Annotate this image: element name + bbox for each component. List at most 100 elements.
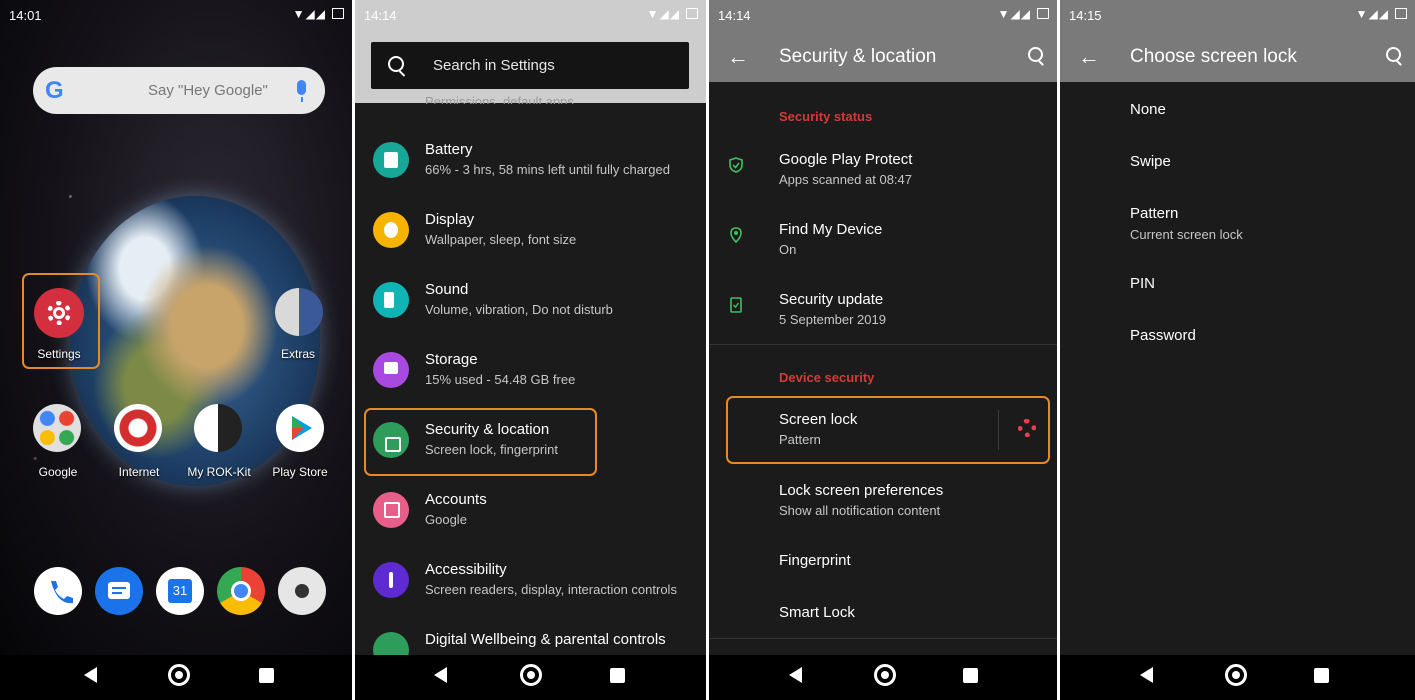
item-subtitle: Apps scanned at 08:47 [779, 172, 912, 187]
recents-nav-icon[interactable] [963, 668, 978, 683]
lock-option-pattern[interactable]: Pattern Current screen lock [1130, 205, 1243, 242]
search-icon[interactable] [1028, 47, 1043, 62]
status-time: 14:14 [718, 8, 751, 23]
settings-item-storage[interactable]: Storage 15% used - 54.48 GB free [355, 338, 706, 408]
home-nav-icon[interactable] [874, 664, 896, 686]
accounts-icon [373, 492, 409, 528]
section-header-security-status: Security status [779, 109, 873, 124]
back-nav-icon[interactable] [434, 667, 447, 683]
extras-app-label: Extras [280, 347, 315, 361]
calendar-day: 31 [168, 579, 192, 603]
google-folder-icon[interactable] [33, 404, 81, 452]
item-subtitle: Volume, vibration, Do not disturb [425, 302, 613, 317]
navigation-bar [1060, 655, 1415, 700]
page-title: Choose screen lock [1130, 46, 1297, 67]
item-subtitle: 66% - 3 hrs, 58 mins left until fully ch… [425, 162, 670, 177]
item-title: Storage [425, 351, 478, 368]
lock-option-none[interactable]: None [1130, 101, 1166, 118]
recents-nav-icon[interactable] [1314, 668, 1329, 683]
back-nav-icon[interactable] [789, 667, 802, 683]
item-title: Sound [425, 281, 469, 298]
item-subtitle: Google [425, 512, 467, 527]
search-placeholder: Search in Settings [433, 57, 555, 74]
play-store-icon[interactable] [276, 404, 324, 452]
item-subtitle: Wallpaper, sleep, font size [425, 232, 577, 247]
item-title: Battery [425, 141, 473, 158]
back-arrow-icon[interactable]: ← [727, 44, 749, 70]
google-app-label: Google [38, 465, 78, 479]
gear-icon[interactable] [1018, 419, 1036, 437]
search-hint: Say "Hey Google" [148, 82, 268, 99]
search-icon [388, 56, 404, 72]
option-label: Swipe [1130, 153, 1171, 170]
section-header-device-security: Device security [779, 370, 875, 385]
navigation-bar [709, 655, 1057, 700]
item-subtitle: Pattern [779, 432, 821, 447]
status-bar: 14:14 ▼◢◢ [709, 0, 1057, 30]
accessibility-icon [373, 562, 409, 598]
home-nav-icon[interactable] [168, 664, 190, 686]
chrome-icon[interactable] [217, 567, 265, 615]
item-subtitle: Screen readers, display, interaction con… [425, 582, 677, 597]
option-label: PIN [1130, 275, 1156, 292]
status-bar: 14:14 ▼◢◢ [355, 0, 706, 30]
settings-search-bar[interactable]: Search in Settings [371, 42, 689, 89]
app-bar: ← Security & location [709, 30, 1057, 82]
item-title: Lock screen preferences [779, 482, 944, 499]
status-time: 14:01 [9, 8, 42, 23]
back-nav-icon[interactable] [84, 667, 97, 683]
my-rok-kit-icon[interactable] [194, 404, 242, 452]
status-icons: ▼◢◢ [1356, 7, 1407, 21]
divider [709, 638, 1057, 639]
choose-screen-lock-panel: 14:15 ▼◢◢ ← Choose screen lock None Swip… [1060, 0, 1415, 700]
option-label: Pattern [1130, 205, 1179, 222]
lock-option-swipe[interactable]: Swipe [1130, 153, 1171, 170]
settings-item-accessibility[interactable]: Accessibility Screen readers, display, i… [355, 548, 706, 618]
security-highlight [364, 408, 597, 476]
settings-app-label: Settings [37, 347, 81, 361]
settings-item-battery[interactable]: Battery 66% - 3 hrs, 58 mins left until … [355, 128, 706, 198]
home-nav-icon[interactable] [520, 664, 542, 686]
mic-icon[interactable] [297, 80, 306, 102]
lock-option-password[interactable]: Password [1130, 327, 1196, 344]
sound-icon [373, 282, 409, 318]
storage-icon [373, 352, 409, 388]
item-subtitle: 5 September 2019 [779, 312, 886, 327]
status-time: 14:14 [364, 8, 397, 23]
calendar-icon[interactable]: 31 [156, 567, 204, 615]
google-logo-icon: G [45, 77, 64, 104]
item-title: Find My Device [779, 221, 883, 238]
internet-app-label: Internet [118, 465, 160, 479]
status-bar: 14:15 ▼◢◢ [1060, 0, 1415, 30]
google-search-bar[interactable]: G Say "Hey Google" [33, 67, 325, 114]
item-title: Accessibility [425, 561, 507, 578]
status-bar: 14:01 ▼◢◢ [0, 0, 352, 30]
recents-nav-icon[interactable] [259, 668, 274, 683]
home-nav-icon[interactable] [1225, 664, 1247, 686]
option-subtitle: Current screen lock [1130, 227, 1243, 242]
home-screen-panel: 14:01 ▼◢◢ G Say "Hey Google" Settings Ex… [0, 0, 352, 700]
shield-icon [729, 157, 743, 173]
security-location-panel: 14:14 ▼◢◢ ← Security & location Security… [709, 0, 1057, 700]
lock-option-pin[interactable]: PIN [1130, 275, 1155, 292]
item-title: Display [425, 211, 475, 228]
location-icon [730, 227, 742, 243]
extras-folder-icon[interactable] [275, 288, 323, 336]
messages-icon[interactable] [95, 567, 143, 615]
navigation-bar [355, 655, 706, 700]
settings-item-sound[interactable]: Sound Volume, vibration, Do not disturb [355, 268, 706, 338]
partial-list-item: Permissions, default apps [425, 94, 574, 104]
settings-app-icon[interactable] [34, 288, 84, 338]
item-title: Fingerprint [779, 552, 851, 569]
settings-item-accounts[interactable]: Accounts Google [355, 478, 706, 548]
search-icon[interactable] [1386, 47, 1401, 62]
phone-icon[interactable] [34, 567, 82, 615]
internet-app-icon[interactable] [114, 404, 162, 452]
camera-icon[interactable] [278, 567, 326, 615]
recents-nav-icon[interactable] [610, 668, 625, 683]
back-nav-icon[interactable] [1140, 667, 1153, 683]
app-bar: ← Choose screen lock [1060, 30, 1415, 82]
divider [709, 344, 1057, 345]
back-arrow-icon[interactable]: ← [1078, 44, 1100, 70]
settings-item-display[interactable]: Display Wallpaper, sleep, font size [355, 198, 706, 268]
